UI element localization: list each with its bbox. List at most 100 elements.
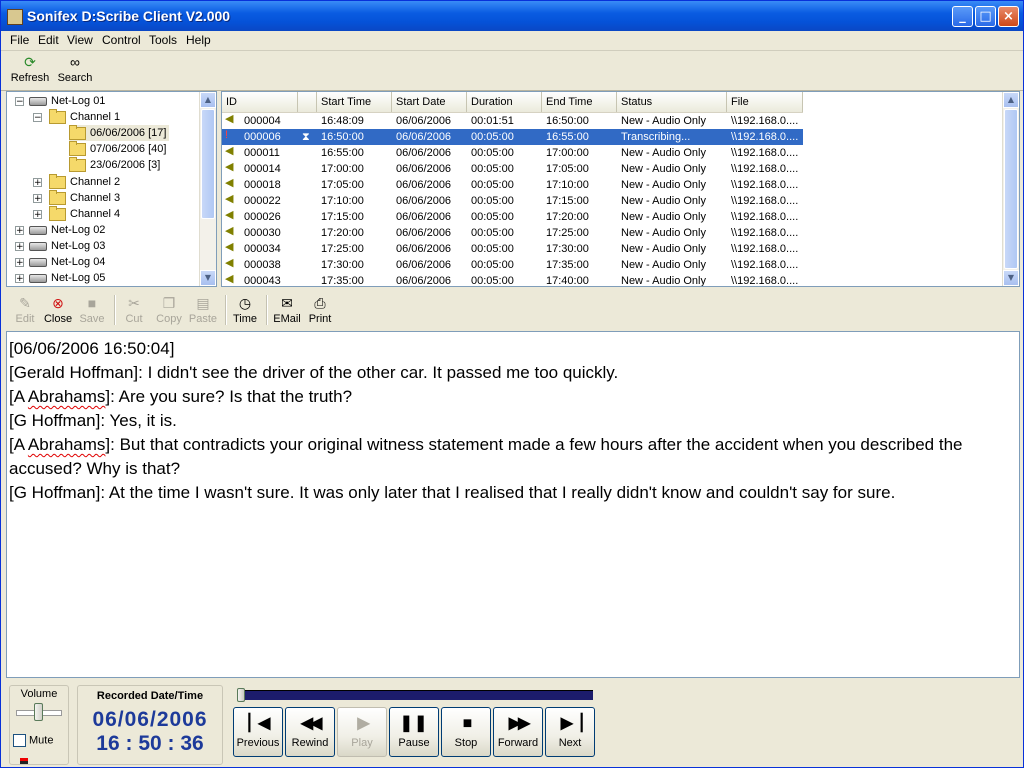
- tree-channel3[interactable]: Channel 3: [49, 189, 120, 206]
- scroll-up-arrow-icon[interactable]: ▲: [1003, 92, 1019, 108]
- transcript-editor[interactable]: [06/06/2006 16:50:04] [Gerald Hoffman]: …: [6, 331, 1020, 678]
- table-row[interactable]: ◀ 000018 17:05:00 06/06/2006 00:05:00 17:10:0…: [222, 177, 803, 193]
- cut-button[interactable]: ✂ Cut: [120, 295, 148, 325]
- table-row[interactable]: ◀ 000034 17:25:00 06/06/2006 00:05:00 17:30:0…: [222, 241, 803, 257]
- scroll-thumb[interactable]: [201, 109, 215, 219]
- table-row[interactable]: ! ⧗ 000006 16:50:00 06/06/2006 00:05:00 16:55:…: [222, 129, 803, 145]
- tree-scrollbar[interactable]: ▲ ▼: [199, 92, 216, 286]
- expand-channel4[interactable]: +: [33, 210, 42, 220]
- col-start-date[interactable]: Start Date: [392, 92, 467, 112]
- close-window-button[interactable]: ×: [998, 6, 1019, 27]
- scroll-down-arrow-icon[interactable]: ▼: [1003, 270, 1019, 286]
- tree-channel2[interactable]: Channel 2: [49, 173, 120, 190]
- save-icon: ■: [87, 295, 97, 311]
- forward-button[interactable]: ▶▶ Forward: [493, 707, 543, 757]
- list-scrollbar[interactable]: ▲ ▼: [1002, 92, 1019, 286]
- tree-netlog01[interactable]: Net-Log 01: [29, 93, 105, 109]
- tree-date-06-06-2006[interactable]: 06/06/2006 [17]: [69, 124, 170, 141]
- cell-start-date: 06/06/2006: [396, 163, 452, 175]
- expand-channel3[interactable]: +: [33, 194, 42, 204]
- expand-netlog02[interactable]: +: [15, 226, 24, 236]
- tree-netlog05[interactable]: Net-Log 05: [29, 270, 105, 286]
- stop-icon: ■: [462, 715, 473, 732]
- search-button[interactable]: ∞ Search: [56, 54, 94, 84]
- menu-help[interactable]: Help: [186, 33, 211, 47]
- expand-netlog04[interactable]: +: [15, 258, 24, 268]
- col-id[interactable]: ID: [222, 92, 298, 112]
- table-row[interactable]: ◀ 000043 17:35:00 06/06/2006 00:05:00 17:40:0…: [222, 273, 803, 286]
- mute-checkbox[interactable]: Mute: [13, 734, 53, 747]
- logger-tree[interactable]: − Net-Log 01 − Channel 1 06/06/2006 [17]…: [6, 91, 217, 287]
- cell-id: 000022: [244, 195, 281, 207]
- previous-button[interactable]: ▏◀ Previous: [233, 707, 283, 757]
- tree-channel4[interactable]: Channel 4: [49, 205, 120, 222]
- collapse-netlog01[interactable]: −: [15, 97, 24, 107]
- edit-label: Edit: [15, 313, 35, 325]
- menu-view[interactable]: View: [67, 33, 93, 47]
- expand-netlog05[interactable]: +: [15, 274, 24, 284]
- pause-button[interactable]: ❚❚ Pause: [389, 707, 439, 757]
- table-row[interactable]: ◀ 000014 17:00:00 06/06/2006 00:05:00 17:05:0…: [222, 161, 803, 177]
- recordings-list[interactable]: ID Start Time Start Date Duration End Ti…: [221, 91, 1020, 287]
- cell-start-time: 17:25:00: [321, 243, 364, 255]
- next-button[interactable]: ▶▕ Next: [545, 707, 595, 757]
- menu-control[interactable]: Control: [102, 33, 141, 47]
- title-bar[interactable]: Sonifex D:Scribe Client V2.000 _ □ ×: [1, 1, 1023, 31]
- scroll-down-arrow-icon[interactable]: ▼: [200, 270, 216, 286]
- rewind-button[interactable]: ◀◀ Rewind: [285, 707, 335, 757]
- expand-netlog03[interactable]: +: [15, 242, 24, 252]
- scroll-up-arrow-icon[interactable]: ▲: [200, 92, 216, 108]
- copy-button[interactable]: ❐ Copy: [153, 295, 185, 325]
- expand-channel2[interactable]: +: [33, 178, 42, 188]
- misspelled-word[interactable]: Abrahams: [28, 387, 105, 406]
- col-status[interactable]: Status: [617, 92, 727, 112]
- table-row[interactable]: ◀ 000026 17:15:00 06/06/2006 00:05:00 17:20:0…: [222, 209, 803, 225]
- misspelled-word[interactable]: Abrahams: [28, 435, 105, 454]
- menu-tools[interactable]: Tools: [149, 33, 177, 47]
- col-duration[interactable]: Duration: [467, 92, 542, 112]
- edit-button[interactable]: ✎ Edit: [10, 295, 40, 325]
- tree-date-23-06-2006[interactable]: 23/06/2006 [3]: [69, 156, 160, 173]
- editor-toolbar: ✎ Edit ⊗ Close ■ Save ✂ Cut ❐ Copy ▤ Paste ◷ Ti…: [6, 291, 1020, 329]
- scroll-thumb[interactable]: [1004, 109, 1018, 269]
- stop-button[interactable]: ■ Stop: [441, 707, 491, 757]
- menu-file[interactable]: File: [10, 33, 29, 47]
- col-end-time[interactable]: End Time: [542, 92, 617, 112]
- transcript-text: ]: Are you sure? Is that the truth?: [105, 387, 353, 406]
- col-file[interactable]: File: [727, 92, 803, 112]
- window-title: Sonifex D:Scribe Client V2.000: [27, 8, 231, 24]
- time-button[interactable]: ◷ Time: [230, 295, 260, 325]
- clock-icon: ◷: [238, 295, 252, 311]
- playback-thumb[interactable]: [237, 688, 245, 702]
- speaker-icon: ◀: [225, 193, 234, 205]
- table-row[interactable]: ◀ 000030 17:20:00 06/06/2006 00:05:00 17:25:0…: [222, 225, 803, 241]
- table-row[interactable]: ◀ 000022 17:10:00 06/06/2006 00:05:00 17:15:0…: [222, 193, 803, 209]
- table-row[interactable]: ◀ 000004 16:48:09 06/06/2006 00:01:51 16:50:0…: [222, 113, 803, 129]
- minimize-button[interactable]: _: [952, 6, 973, 27]
- print-button[interactable]: ⎙ Print: [306, 295, 334, 325]
- col-flag[interactable]: [298, 92, 317, 112]
- tree-channel1[interactable]: Channel 1: [49, 108, 120, 125]
- table-row[interactable]: ◀ 000038 17:30:00 06/06/2006 00:05:00 17:35:0…: [222, 257, 803, 273]
- volume-slider-thumb[interactable]: [34, 703, 43, 721]
- play-button[interactable]: ▶ Play: [337, 707, 387, 757]
- save-button[interactable]: ■ Save: [77, 295, 107, 325]
- checkbox-icon[interactable]: [13, 734, 26, 747]
- playback-track[interactable]: [241, 690, 593, 700]
- table-row[interactable]: ◀ 000011 16:55:00 06/06/2006 00:05:00 17:00:0…: [222, 145, 803, 161]
- email-button[interactable]: ✉ EMail: [271, 295, 303, 325]
- tree-date-07-06-2006[interactable]: 07/06/2006 [40]: [69, 140, 166, 157]
- collapse-channel1[interactable]: −: [33, 113, 42, 123]
- playback-position[interactable]: [237, 688, 597, 702]
- printer-icon: ⎙: [314, 295, 326, 311]
- cell-id: 000038: [244, 259, 281, 271]
- maximize-button[interactable]: □: [975, 6, 996, 27]
- close-document-button[interactable]: ⊗ Close: [42, 295, 74, 325]
- refresh-button[interactable]: ⟳ Refresh: [10, 54, 50, 84]
- tree-netlog02[interactable]: Net-Log 02: [29, 222, 105, 238]
- paste-button[interactable]: ▤ Paste: [187, 295, 219, 325]
- menu-edit[interactable]: Edit: [38, 33, 59, 47]
- col-start-time[interactable]: Start Time: [317, 92, 392, 112]
- tree-netlog03[interactable]: Net-Log 03: [29, 238, 105, 254]
- tree-netlog04[interactable]: Net-Log 04: [29, 254, 105, 270]
